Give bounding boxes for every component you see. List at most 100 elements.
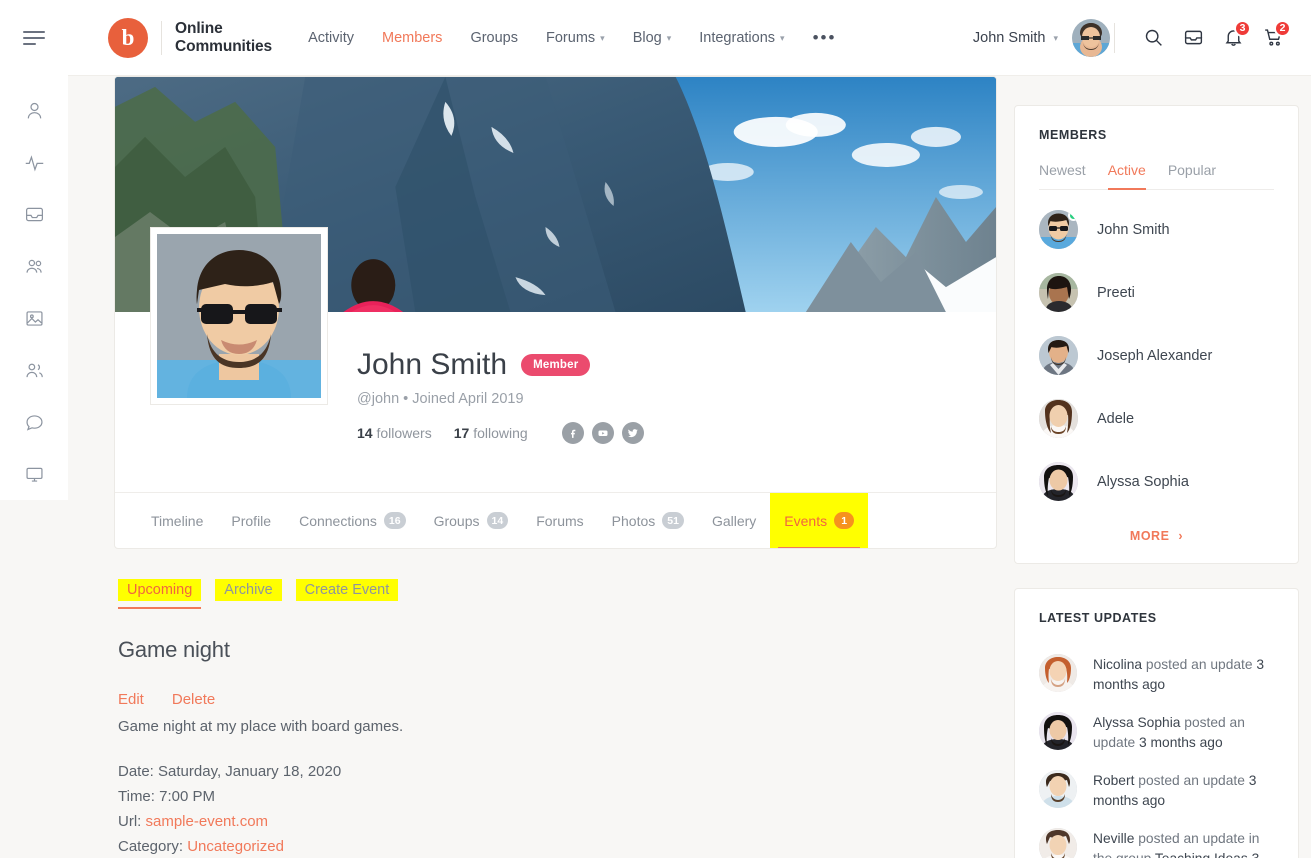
youtube-link[interactable] — [591, 422, 614, 444]
search-button[interactable] — [1133, 18, 1173, 58]
profile-avatar[interactable] — [151, 228, 327, 404]
user-menu-button[interactable]: John Smith ▾ — [973, 30, 1058, 46]
members-tab-active[interactable]: Active — [1107, 162, 1146, 190]
event-category-link[interactable]: Uncategorized — [187, 838, 284, 855]
tab-forums[interactable]: Forums — [522, 493, 597, 548]
member-name: Preeti — [1097, 284, 1135, 301]
brand-name: Online Communities — [175, 20, 272, 56]
twitter-icon — [627, 429, 638, 438]
tab-profile[interactable]: Profile — [217, 493, 285, 548]
members-widget: MEMBERS Newest Active Popular John Smith… — [1014, 105, 1299, 564]
rail-item-profile[interactable] — [0, 84, 68, 136]
list-item[interactable]: Preeti — [1039, 261, 1274, 324]
chevron-down-icon: ▾ — [600, 33, 605, 43]
list-item[interactable]: Nicolina posted an update 3 months ago — [1039, 645, 1274, 703]
avatar — [1039, 462, 1078, 501]
tab-groups[interactable]: Groups 14 — [420, 493, 523, 548]
tab-events[interactable]: Events 1 — [770, 493, 869, 548]
tab-label: Timeline — [151, 512, 204, 529]
rail-item-groups[interactable] — [0, 240, 68, 292]
rail-item-inbox[interactable] — [0, 188, 68, 240]
brand-logo-link[interactable]: b Online Communities — [68, 17, 272, 58]
event-time-row: Time: 7:00 PM — [118, 788, 993, 805]
profile-handle: @john — [357, 391, 400, 407]
event-date-value: Saturday, January 18, 2020 — [158, 763, 342, 780]
tab-connections[interactable]: Connections 16 — [285, 493, 420, 548]
list-item[interactable]: Adele — [1039, 387, 1274, 450]
facebook-link[interactable] — [561, 422, 584, 444]
rail-item-friends[interactable] — [0, 344, 68, 396]
subnav-item-archive[interactable]: Archive — [215, 579, 282, 601]
delete-event-link[interactable]: Delete — [172, 691, 215, 708]
nav-more-button[interactable]: ••• — [799, 29, 851, 46]
groups-icon — [25, 259, 42, 273]
nav-item-blog[interactable]: Blog ▾ — [619, 30, 686, 46]
event-url-link[interactable]: sample-event.com — [146, 813, 269, 830]
facebook-icon — [570, 429, 576, 438]
twitter-link[interactable] — [621, 422, 644, 444]
notifications-button[interactable]: 3 — [1213, 18, 1253, 58]
member-name: John Smith — [1097, 221, 1170, 238]
hamburger-menu-button[interactable] — [0, 0, 68, 75]
profile-body: John Smith Member @john • Joined April 2… — [115, 228, 996, 492]
rail-item-forums[interactable] — [0, 448, 68, 500]
header-right-cluster: John Smith ▾ 3 2 — [973, 18, 1311, 58]
subnav-item-upcoming[interactable]: Upcoming — [118, 579, 202, 609]
list-item[interactable]: Robert posted an update 3 months ago — [1039, 761, 1274, 819]
followers-count: 14 — [357, 425, 373, 441]
nav-item-integrations[interactable]: Integrations ▾ — [685, 30, 798, 46]
event-time-value: 7:00 PM — [159, 788, 215, 805]
members-tab-newest[interactable]: Newest — [1039, 162, 1086, 178]
event-item: Game night Edit Delete Game night at my … — [114, 601, 997, 858]
list-item[interactable]: Joseph Alexander — [1039, 324, 1274, 387]
tab-label: Profile — [231, 512, 272, 529]
nav-label: Integrations — [699, 29, 776, 46]
update-text: Nicolina posted an update 3 months ago — [1093, 654, 1274, 694]
online-indicator — [1068, 210, 1078, 221]
nav-item-groups[interactable]: Groups — [456, 30, 532, 46]
search-icon — [1145, 29, 1162, 46]
avatar — [1039, 828, 1077, 858]
header-avatar[interactable] — [1072, 18, 1110, 57]
tab-count: 14 — [486, 512, 509, 529]
following-stat[interactable]: 17 following — [454, 425, 528, 441]
friends-icon — [25, 363, 43, 377]
tab-photos[interactable]: Photos 51 — [598, 493, 698, 548]
event-description: Game night at my place with board games. — [118, 718, 404, 735]
list-item[interactable]: Neville posted an update in the group Te… — [1039, 819, 1274, 858]
rail-item-activity[interactable] — [0, 136, 68, 188]
nav-item-activity[interactable]: Activity — [294, 30, 368, 46]
left-rail — [0, 0, 68, 500]
update-action: posted an update — [1145, 657, 1253, 672]
list-item[interactable]: Alyssa Sophia posted an update 3 months … — [1039, 703, 1274, 761]
rail-item-photos[interactable] — [0, 292, 68, 344]
subnav-item-create-event[interactable]: Create Event — [295, 579, 399, 601]
tab-gallery[interactable]: Gallery — [698, 493, 770, 548]
following-count: 17 — [453, 425, 470, 441]
events-subnav: Upcoming Archive Create Event — [114, 549, 997, 609]
tab-timeline[interactable]: Timeline — [137, 493, 217, 548]
members-tab-popular[interactable]: Popular — [1168, 162, 1216, 178]
rail-item-messages[interactable] — [0, 396, 68, 448]
chevron-down-icon: ▾ — [1053, 33, 1058, 43]
cart-button[interactable]: 2 — [1253, 18, 1293, 58]
update-user: Alyssa Sophia — [1093, 715, 1181, 731]
social-links — [561, 422, 644, 444]
update-user: Robert — [1093, 773, 1135, 789]
list-item[interactable]: Alyssa Sophia — [1039, 450, 1274, 513]
nav-item-members[interactable]: Members — [368, 30, 456, 46]
inbox-icon — [1184, 30, 1202, 45]
nav-label: Groups — [470, 29, 518, 46]
inbox-button[interactable] — [1173, 18, 1213, 58]
edit-event-link[interactable]: Edit — [118, 691, 144, 708]
youtube-icon — [598, 430, 608, 436]
update-text: Robert posted an update 3 months ago — [1093, 770, 1274, 810]
members-widget-title: MEMBERS — [1039, 128, 1107, 142]
tab-label: Photos — [611, 512, 656, 529]
update-user: Nicolina — [1093, 657, 1143, 672]
members-more-link[interactable]: MORE › — [1130, 529, 1183, 543]
nav-item-forums[interactable]: Forums ▾ — [532, 30, 619, 46]
member-name: Adele — [1097, 410, 1135, 427]
followers-stat[interactable]: 14 followers — [357, 425, 432, 441]
list-item[interactable]: John Smith — [1039, 198, 1274, 261]
